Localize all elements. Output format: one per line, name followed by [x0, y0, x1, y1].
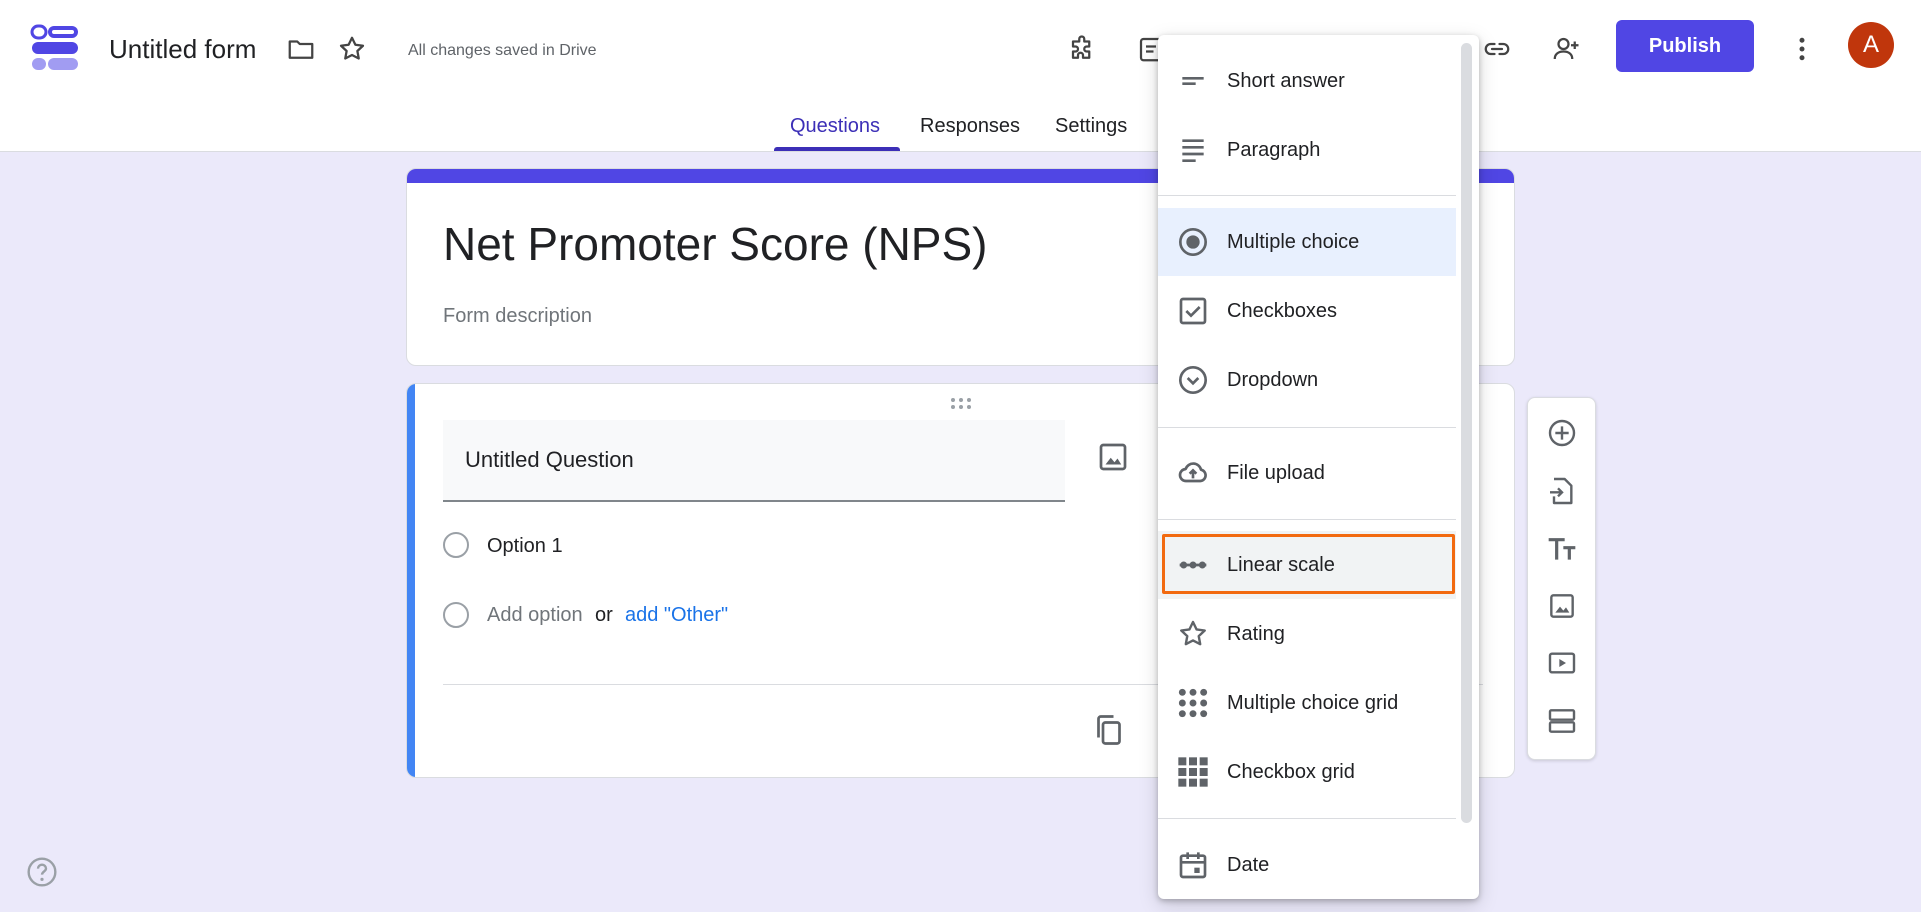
- add-image-icon[interactable]: [1095, 439, 1131, 475]
- menu-item-checkboxes[interactable]: Checkboxes: [1158, 277, 1456, 345]
- floating-toolbar: [1527, 397, 1596, 760]
- option-1-label[interactable]: Option 1: [487, 535, 563, 558]
- menu-item-label: Rating: [1227, 622, 1285, 645]
- add-video-icon[interactable]: [1545, 646, 1579, 680]
- addons-puzzle-icon[interactable]: [1066, 32, 1100, 66]
- folder-icon[interactable]: [284, 32, 318, 66]
- cloud-upload-icon: [1176, 456, 1210, 490]
- form-tabs: Questions Responses Settings: [0, 112, 1921, 152]
- menu-divider: [1158, 818, 1456, 819]
- menu-item-label: Multiple choice grid: [1227, 691, 1399, 714]
- add-option-link[interactable]: Add option: [487, 604, 583, 627]
- menu-scrollbar[interactable]: [1461, 43, 1472, 823]
- tab-responses[interactable]: Responses: [920, 115, 1020, 138]
- menu-divider: [1158, 519, 1456, 520]
- drag-handle-icon[interactable]: [949, 396, 975, 412]
- radio-button-icon: [1176, 225, 1210, 259]
- question-type-menu: Short answer Paragraph Multiple choice C…: [1158, 35, 1479, 899]
- square-grid-icon: [1176, 755, 1210, 789]
- help-icon[interactable]: [26, 856, 58, 888]
- menu-item-short-answer[interactable]: Short answer: [1158, 47, 1456, 115]
- form-title[interactable]: Untitled form: [109, 34, 256, 65]
- dot-grid-icon: [1176, 686, 1210, 720]
- star-icon[interactable]: [335, 32, 369, 66]
- menu-item-multiple-choice-grid[interactable]: Multiple choice grid: [1158, 669, 1456, 737]
- highlight-outline: [1162, 534, 1455, 594]
- menu-divider: [1158, 427, 1456, 428]
- menu-item-label: Date: [1227, 853, 1270, 876]
- duplicate-icon[interactable]: [1091, 712, 1127, 748]
- menu-item-checkbox-grid[interactable]: Checkbox grid: [1158, 738, 1456, 806]
- menu-item-rating[interactable]: Rating: [1158, 600, 1456, 668]
- calendar-icon: [1176, 848, 1210, 882]
- add-other-link[interactable]: add "Other": [625, 604, 728, 627]
- menu-item-label: Multiple choice: [1227, 230, 1360, 253]
- link-icon[interactable]: [1480, 32, 1514, 66]
- menu-item-date[interactable]: Date: [1158, 831, 1456, 899]
- form-heading[interactable]: Net Promoter Score (NPS): [443, 217, 987, 271]
- menu-item-dropdown[interactable]: Dropdown: [1158, 346, 1456, 414]
- publish-button[interactable]: Publish: [1616, 20, 1754, 72]
- menu-item-paragraph[interactable]: Paragraph: [1158, 116, 1456, 184]
- tab-settings[interactable]: Settings: [1055, 115, 1127, 138]
- add-image-tool-icon[interactable]: [1545, 589, 1579, 623]
- add-question-icon[interactable]: [1545, 416, 1579, 450]
- menu-item-label: File upload: [1227, 461, 1325, 484]
- more-options-icon[interactable]: [1785, 32, 1819, 66]
- menu-divider: [1158, 195, 1456, 196]
- menu-item-label: Checkbox grid: [1227, 760, 1355, 783]
- add-collaborator-icon[interactable]: [1549, 32, 1583, 66]
- add-section-icon[interactable]: [1545, 704, 1579, 738]
- app-header: Untitled form All changes saved in Drive…: [0, 0, 1921, 152]
- checkbox-icon: [1176, 294, 1210, 328]
- menu-item-label: Dropdown: [1227, 368, 1319, 391]
- active-card-indicator: [407, 384, 415, 777]
- dropdown-circle-icon: [1176, 363, 1210, 397]
- menu-item-label: Short answer: [1227, 69, 1345, 92]
- save-status: All changes saved in Drive: [408, 42, 597, 59]
- menu-item-label: Paragraph: [1227, 138, 1321, 161]
- option-radio[interactable]: [443, 532, 469, 558]
- question-title-text: Untitled Question: [465, 447, 634, 472]
- add-title-description-icon[interactable]: [1545, 532, 1579, 566]
- tab-questions[interactable]: Questions: [790, 115, 880, 138]
- short-answer-icon: [1176, 64, 1210, 98]
- add-option-radio: [443, 602, 469, 628]
- form-description-field[interactable]: Form description: [443, 305, 592, 328]
- menu-item-label: Checkboxes: [1227, 299, 1338, 322]
- or-separator: or: [595, 604, 613, 626]
- menu-item-multiple-choice[interactable]: Multiple choice: [1158, 208, 1456, 276]
- menu-item-file-upload[interactable]: File upload: [1158, 439, 1456, 507]
- star-outline-icon: [1176, 617, 1210, 651]
- forms-logo-icon[interactable]: [30, 24, 80, 72]
- paragraph-icon: [1176, 133, 1210, 167]
- account-avatar[interactable]: A: [1848, 22, 1894, 68]
- question-title-input[interactable]: Untitled Question: [443, 420, 1065, 502]
- active-tab-indicator: [774, 147, 900, 151]
- import-questions-icon[interactable]: [1545, 474, 1579, 508]
